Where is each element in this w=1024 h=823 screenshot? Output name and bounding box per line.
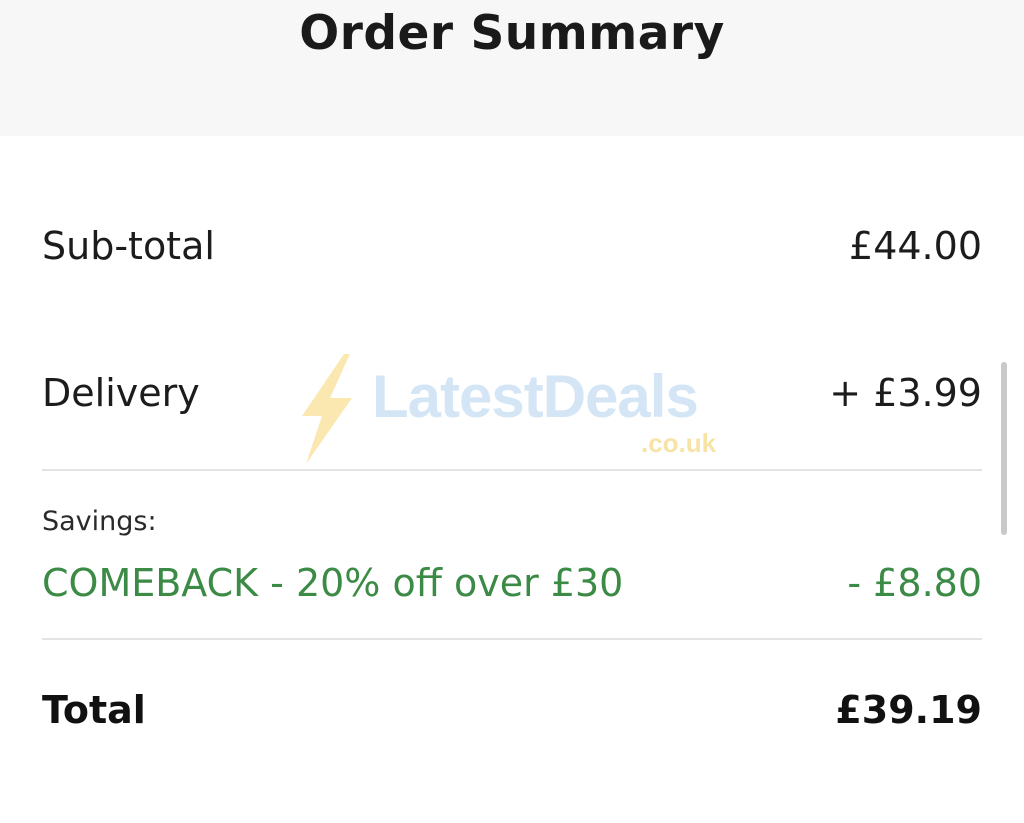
watermark-domain: .co.uk (641, 428, 717, 458)
promo-label: COMEBACK - 20% off over £30 (42, 561, 624, 605)
delivery-value: + £3.99 (829, 371, 982, 415)
subtotal-row: Sub-total £44.00 (42, 224, 982, 268)
subtotal-value: £44.00 (849, 224, 982, 268)
promo-value: - £8.80 (847, 561, 982, 605)
total-value: £39.19 (835, 688, 982, 732)
savings-heading: Savings: (42, 506, 157, 537)
divider (42, 638, 982, 640)
divider (42, 469, 982, 471)
header: Order Summary (0, 0, 1024, 136)
subtotal-label: Sub-total (42, 224, 215, 268)
total-row: Total £39.19 (42, 688, 982, 732)
savings-promo-row: COMEBACK - 20% off over £30 - £8.80 (42, 561, 982, 605)
page-title: Order Summary (299, 6, 725, 61)
total-label: Total (42, 688, 146, 732)
scrollbar-thumb[interactable] (1001, 362, 1007, 535)
delivery-label: Delivery (42, 371, 200, 415)
delivery-row: Delivery + £3.99 (42, 371, 982, 415)
